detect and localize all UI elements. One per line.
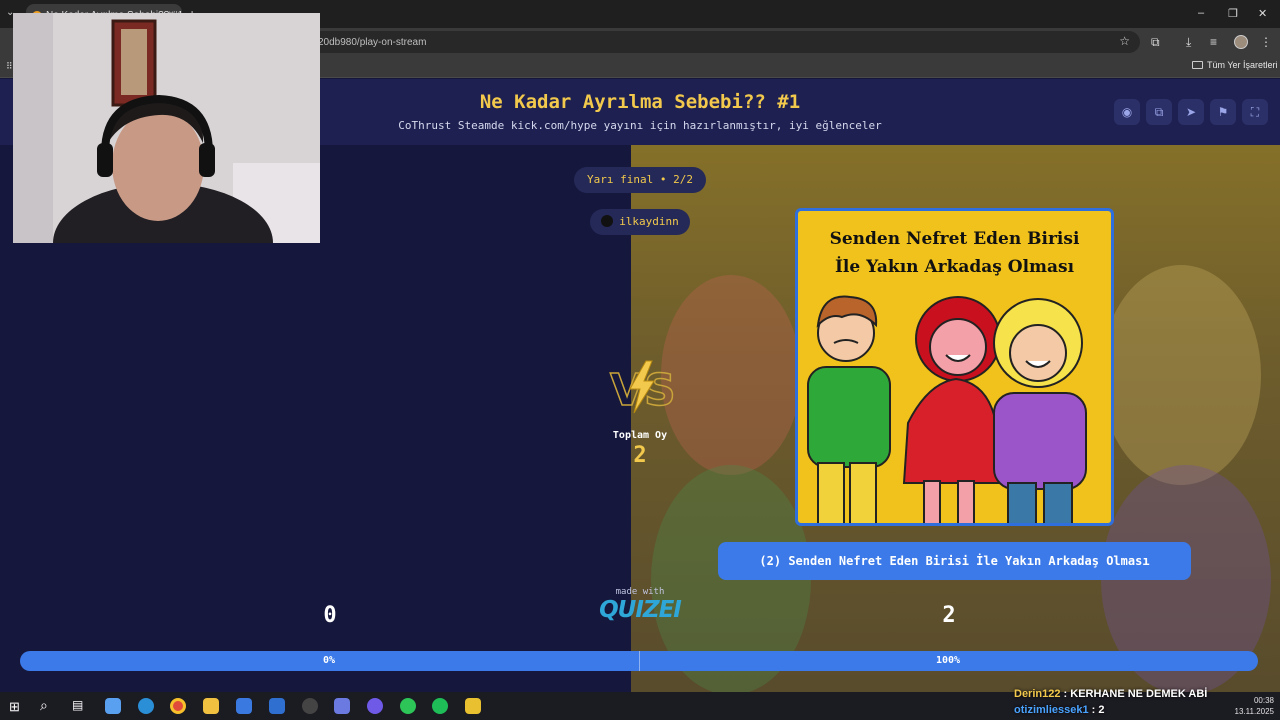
score-left: 0 bbox=[323, 603, 337, 628]
task-view-icon[interactable]: ▤ bbox=[72, 698, 83, 712]
file-explorer-icon[interactable] bbox=[203, 698, 219, 714]
all-bookmarks-label: Tüm Yer İşaretleri bbox=[1207, 60, 1278, 70]
round-badge: Yarı final • 2/2 bbox=[574, 167, 706, 193]
clock-date: 13.11.2025 bbox=[1234, 707, 1274, 716]
webcam-image bbox=[13, 13, 320, 243]
creator-avatar bbox=[601, 215, 614, 227]
candidate-card[interactable]: Senden Nefret Eden Birisi İle Yakın Arka… bbox=[795, 208, 1114, 526]
store-icon[interactable] bbox=[236, 698, 252, 714]
made-with-label: made with bbox=[615, 587, 665, 597]
bookmark-star-icon[interactable]: ☆ bbox=[1119, 34, 1130, 48]
notes-icon[interactable] bbox=[465, 698, 481, 714]
card-title-line1: Senden Nefret Eden Birisi bbox=[829, 229, 1080, 249]
card-title-line2: İle Yakın Arkadaş Olması bbox=[834, 257, 1075, 277]
vote-bar-right-label: 100% bbox=[935, 655, 961, 666]
vs-logo: VS bbox=[609, 360, 674, 415]
candidate-caption[interactable]: (2) Senden Nefret Eden Birisi İle Yakın … bbox=[718, 542, 1191, 580]
chat-message: Derin122 : KERHANE NE DEMEK ABİ bbox=[1014, 686, 1207, 702]
fullscreen-icon[interactable]: ⛶ bbox=[1242, 99, 1268, 125]
flag-icon[interactable]: ⚑ bbox=[1210, 99, 1236, 125]
webcam-overlay bbox=[13, 13, 320, 243]
creator-name: ilkaydinn bbox=[619, 215, 679, 228]
chrome-icon[interactable] bbox=[170, 698, 186, 714]
apps-icon[interactable]: ⠿ bbox=[6, 61, 13, 72]
mail-icon[interactable] bbox=[269, 698, 285, 714]
total-votes-label: Toplam Oy bbox=[612, 430, 668, 441]
eye-icon[interactable]: ◉ bbox=[1114, 99, 1140, 125]
chat-message: otizimliessek1 : 2 bbox=[1014, 702, 1207, 718]
card-title: Senden Nefret Eden Birisi İle Yakın Arka… bbox=[798, 225, 1111, 281]
edge-icon[interactable] bbox=[138, 698, 154, 714]
system-clock[interactable]: 00:38 13.11.2025 bbox=[1235, 695, 1274, 717]
app-icon[interactable] bbox=[334, 698, 350, 714]
all-bookmarks-folder[interactable]: Tüm Yer İşaretleri bbox=[1192, 60, 1278, 70]
windows-start-icon[interactable]: ⊞ bbox=[9, 699, 20, 715]
vote-bar-divider bbox=[639, 651, 640, 671]
quizei-logo[interactable]: QUIZEI bbox=[590, 597, 690, 623]
menu-icon[interactable]: ⋮ bbox=[1260, 35, 1272, 49]
score-right: 2 bbox=[942, 603, 956, 628]
media-icon[interactable]: ≡ bbox=[1210, 35, 1217, 49]
card-illustration bbox=[807, 295, 1087, 523]
vote-progress-bar: 0% 100% bbox=[20, 651, 1258, 671]
search-icon[interactable]: ⌕ bbox=[40, 697, 48, 714]
send-icon[interactable]: ➤ bbox=[1178, 99, 1204, 125]
chat-username: otizimliessek1 bbox=[1014, 704, 1089, 716]
creator-badge[interactable]: ilkaydinn bbox=[590, 209, 690, 235]
spotify-icon[interactable] bbox=[432, 698, 448, 714]
blurred-figure bbox=[1101, 265, 1261, 485]
share-icon[interactable]: ⧉ bbox=[1146, 99, 1172, 125]
chat-username: Derin122 bbox=[1014, 688, 1061, 700]
minimize-icon[interactable]: – bbox=[1198, 7, 1204, 19]
vote-bar-left-label: 0% bbox=[322, 655, 336, 666]
whatsapp-icon[interactable] bbox=[400, 698, 416, 714]
close-window-icon[interactable]: ✕ bbox=[1258, 7, 1267, 20]
obs-icon[interactable] bbox=[302, 698, 318, 714]
copilot-icon[interactable] bbox=[105, 698, 121, 714]
clock-time: 00:38 bbox=[1253, 696, 1274, 705]
discord-icon[interactable] bbox=[367, 698, 383, 714]
chat-text: : 2 bbox=[1088, 704, 1105, 716]
profile-avatar[interactable] bbox=[1234, 35, 1248, 49]
download-icon[interactable]: ⤓ bbox=[1186, 35, 1191, 50]
folder-icon bbox=[1192, 61, 1203, 69]
address-url: 20db980/play-on-stream bbox=[318, 37, 427, 48]
total-votes-value: 2 bbox=[633, 443, 647, 468]
restore-icon[interactable]: ❐ bbox=[1228, 7, 1238, 20]
stream-chat-overlay: Derin122 : KERHANE NE DEMEK ABİ otizimli… bbox=[1014, 686, 1207, 718]
extensions-icon[interactable]: ⧉ bbox=[1151, 35, 1160, 50]
chat-text: : KERHANE NE DEMEK ABİ bbox=[1060, 688, 1208, 700]
